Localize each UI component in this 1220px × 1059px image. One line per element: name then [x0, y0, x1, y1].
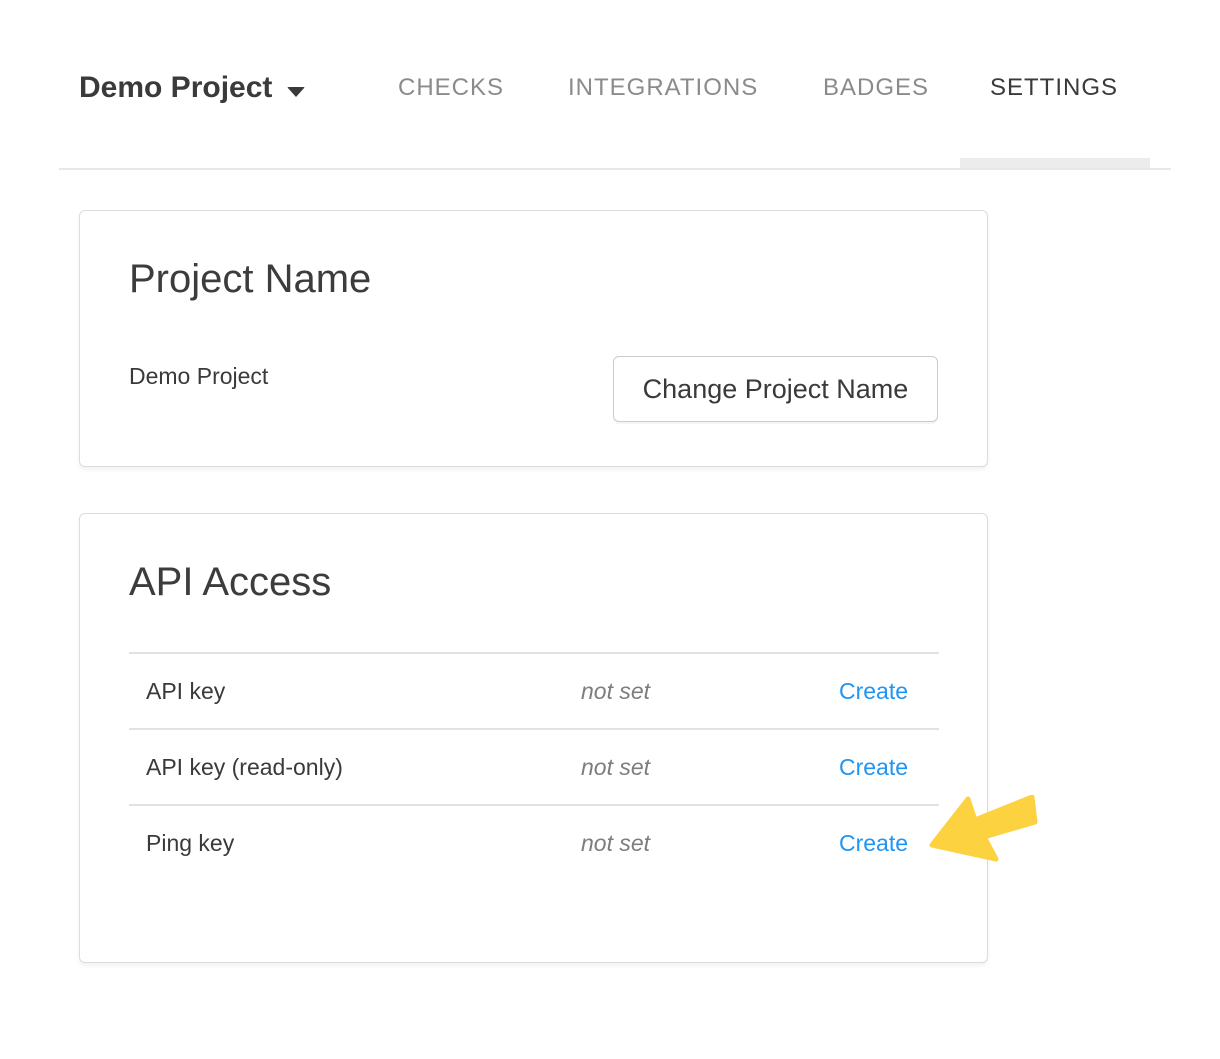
project-switcher-dropdown[interactable]: Demo Project [79, 70, 305, 106]
row-value: not set [581, 830, 839, 857]
yellow-arrow-icon [928, 795, 1038, 863]
api-access-card-title: API Access [129, 558, 331, 606]
tab-settings[interactable]: SETTINGS [990, 74, 1118, 102]
tab-checks[interactable]: CHECKS [398, 74, 504, 102]
table-row-api-key: API key not set Create [129, 654, 939, 730]
project-name-card-title: Project Name [129, 255, 371, 303]
chevron-down-icon [287, 87, 305, 97]
api-access-table: API key not set Create API key (read-onl… [129, 652, 939, 880]
tab-badges[interactable]: BADGES [823, 74, 929, 102]
nav-divider [59, 168, 1171, 170]
project-title: Demo Project [79, 70, 272, 106]
project-name-value: Demo Project [129, 361, 268, 391]
create-api-key-readonly-link[interactable]: Create [839, 754, 908, 780]
change-project-name-button[interactable]: Change Project Name [613, 356, 938, 422]
api-access-card: API Access API key not set Create API ke… [79, 513, 988, 963]
create-ping-key-link[interactable]: Create [839, 830, 908, 856]
create-api-key-link[interactable]: Create [839, 678, 908, 704]
row-label: API key [129, 678, 581, 705]
table-row-api-key-readonly: API key (read-only) not set Create [129, 730, 939, 806]
project-settings-page: Demo Project CHECKS INTEGRATIONS BADGES … [0, 0, 1220, 1059]
tab-integrations[interactable]: INTEGRATIONS [568, 74, 758, 102]
table-row-ping-key: Ping key not set Create [129, 806, 939, 880]
project-name-card: Project Name Demo Project Change Project… [79, 210, 988, 467]
row-label: API key (read-only) [129, 754, 581, 781]
row-label: Ping key [129, 830, 581, 857]
row-value: not set [581, 678, 839, 705]
row-value: not set [581, 754, 839, 781]
